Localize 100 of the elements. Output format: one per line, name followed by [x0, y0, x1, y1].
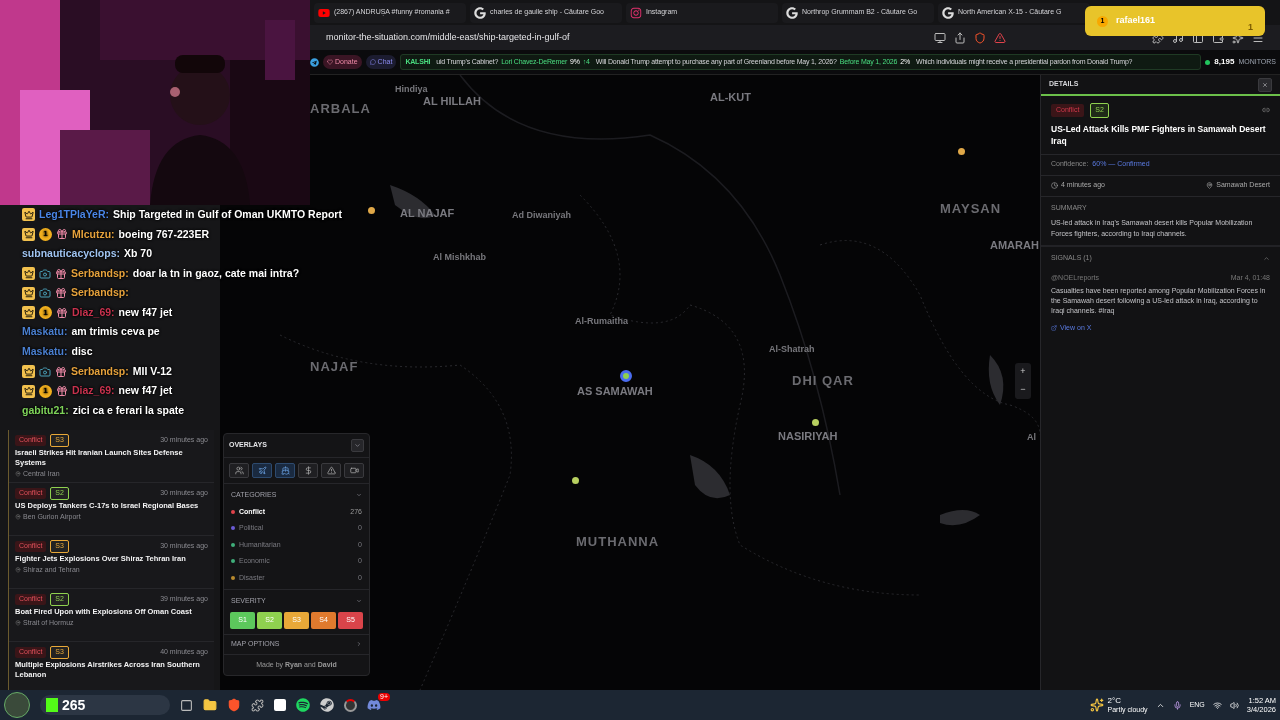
video-icon: [318, 6, 330, 19]
pin-icon: [15, 513, 21, 520]
chat-text: zici ca e ferari la spate: [72, 402, 185, 418]
monitor-count: 8,195: [1214, 56, 1235, 68]
shield-icon[interactable]: [227, 698, 241, 712]
g-icon: [786, 6, 798, 19]
map-label: AS SAMAWAH: [577, 384, 653, 399]
telegram-icon[interactable]: [310, 57, 319, 67]
map-label: MUTHANNA: [576, 533, 660, 551]
chat-username: Serbandsp:: [71, 363, 129, 379]
app-icon[interactable]: [251, 698, 264, 712]
discord-icon[interactable]: [367, 698, 381, 712]
chat-text: disc: [71, 344, 93, 360]
zoom-out-button[interactable]: −: [1015, 381, 1031, 399]
shield-icon[interactable]: [974, 31, 986, 44]
zoom-in-button[interactable]: +: [1015, 363, 1031, 381]
chat-text: doar la tn in gaoz, cate mai intra?: [132, 265, 300, 281]
chat-username: Maskatu:: [22, 344, 68, 360]
ship-icon: [280, 466, 290, 475]
weather-icon[interactable]: [1089, 698, 1104, 712]
steam-icon[interactable]: [320, 698, 334, 712]
triangle-icon[interactable]: [994, 31, 1006, 44]
search-field[interactable]: 265: [40, 695, 170, 715]
mic-icon[interactable]: [1172, 700, 1182, 710]
map-label: ARBALA: [310, 100, 371, 118]
screen-icon[interactable]: [934, 31, 946, 44]
gift-icon: [55, 287, 67, 300]
count: 1: [1248, 20, 1253, 34]
map-label: Ad Diwaniyah: [512, 209, 571, 222]
task-view-icon[interactable]: [180, 698, 193, 712]
gift-icon: [56, 385, 68, 398]
chat-text: boeing 767-223ER: [118, 226, 210, 242]
temperature: 2°C: [1107, 696, 1122, 705]
avatar: [4, 692, 30, 718]
clock-icon: [1051, 182, 1058, 189]
chat-username: gabitu21:: [22, 402, 69, 418]
g-icon: [474, 6, 486, 19]
layer-toggle[interactable]: [229, 463, 249, 478]
gift-icon: [55, 365, 67, 378]
camera-icon: [39, 267, 51, 280]
chat-username: Diaz_69:: [72, 383, 115, 399]
chat-text: MII V-12: [132, 363, 172, 379]
layer-toggle[interactable]: [321, 463, 341, 478]
record-icon[interactable]: [344, 698, 357, 712]
camera-icon: [39, 365, 51, 378]
plane-icon: [257, 466, 267, 475]
map-label: MAYSAN: [940, 200, 1002, 218]
spotify-icon[interactable]: [296, 698, 310, 712]
chat-username: Diaz_69:: [72, 304, 115, 320]
link-icon[interactable]: [1262, 106, 1270, 115]
map-label: DHI QAR: [792, 372, 854, 390]
chat-text: new f47 jet: [118, 383, 173, 399]
crown-icon: [22, 365, 35, 379]
map-marker[interactable]: [958, 148, 965, 155]
layer-toggle[interactable]: [252, 463, 272, 478]
map-label: Al-Rumaitha: [575, 315, 628, 328]
map-label: AL-KUT: [710, 90, 751, 105]
g-icon: [942, 6, 954, 19]
pin-icon: [1206, 182, 1214, 189]
map-label: Al-Shatrah: [769, 343, 815, 356]
layer-toggle[interactable]: [275, 463, 295, 478]
chat-username: subnauticacyclops:: [22, 246, 121, 262]
gift-icon: [56, 228, 68, 241]
video-camera-icon: [349, 466, 359, 475]
folder-icon[interactable]: [203, 698, 217, 712]
gift-icon: [56, 306, 68, 319]
dollar-icon: [303, 466, 313, 475]
map-marker[interactable]: [368, 207, 375, 214]
camera-icon: [630, 6, 642, 19]
map-label: NAJAF: [310, 358, 359, 376]
heart-icon: [327, 59, 333, 65]
map-label: Al: [1027, 431, 1036, 444]
crown-icon: [22, 208, 35, 222]
map-marker[interactable]: [812, 419, 819, 426]
share-icon[interactable]: [954, 31, 966, 44]
chat-text: new f47 jet: [118, 304, 173, 320]
gift-icon: [55, 267, 67, 280]
close-button[interactable]: [1258, 77, 1272, 92]
layer-toggle[interactable]: [344, 463, 364, 478]
map-marker[interactable]: [572, 477, 579, 484]
external-link-icon: [1051, 325, 1057, 332]
chat-username: Leg1TPlaYeR:: [39, 206, 110, 222]
map-label: AMARAH: [990, 238, 1039, 253]
chat-icon: [369, 59, 376, 65]
map-label: Al Mishkhab: [433, 251, 486, 264]
pin-icon: [15, 566, 21, 573]
network-icon[interactable]: [1212, 700, 1222, 710]
event-title: US-Led Attack Kills PMF Fighters in Samawah Desert Iraq: [1051, 122, 1267, 147]
chat-username: Serbandsp:: [71, 285, 129, 301]
chat-username: Maskatu:: [22, 324, 68, 340]
chat-username: MIcutzu:: [72, 226, 115, 242]
volume-icon[interactable]: [1229, 700, 1239, 710]
map-label: Hindiya: [395, 83, 428, 96]
crown-icon: [22, 267, 35, 281]
layer-toggle[interactable]: [298, 463, 318, 478]
people-icon: [234, 466, 244, 475]
pin-icon: [15, 619, 21, 626]
camera-icon: [39, 287, 51, 300]
chat-text: Xb 70: [124, 246, 153, 262]
map-label: AL HILLAH: [423, 94, 481, 109]
